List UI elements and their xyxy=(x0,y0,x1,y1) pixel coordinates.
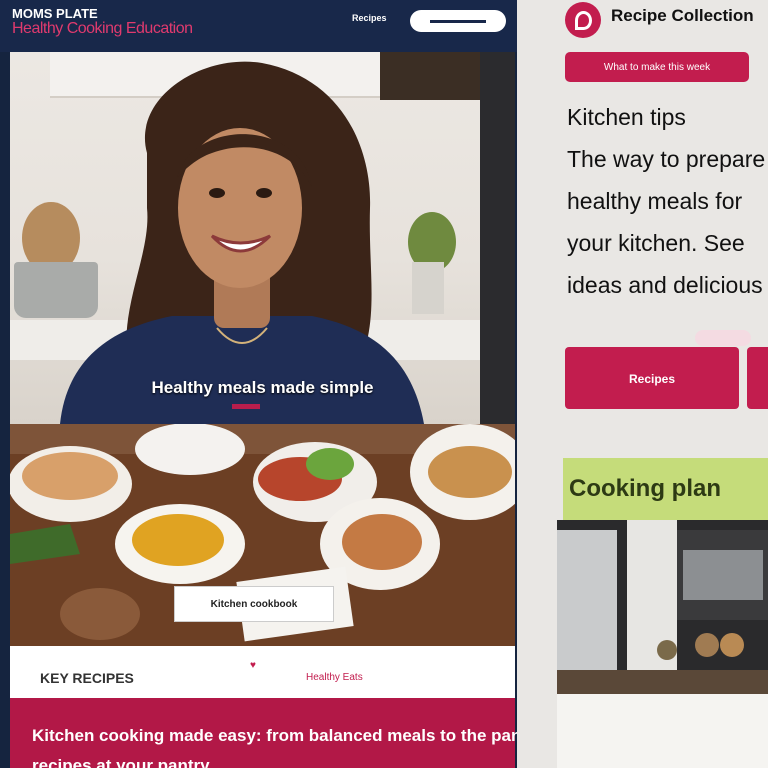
heart-icon[interactable]: ♥ xyxy=(250,660,256,671)
footer-link[interactable]: Healthy Eats xyxy=(306,672,363,683)
brand-tagline: Healthy Cooking Education xyxy=(12,20,193,37)
nav-search-button[interactable] xyxy=(410,10,506,32)
main-column: MOMS PLATE Healthy Cooking Education Rec… xyxy=(0,0,543,768)
intro-line: your kitchen. See xyxy=(567,230,745,256)
secondary-button[interactable] xyxy=(747,347,768,409)
search-bar-icon xyxy=(430,19,486,23)
food-caption-label[interactable]: Kitchen cookbook xyxy=(174,586,334,622)
footer-section-title[interactable]: KEY RECIPES xyxy=(40,670,134,686)
kitchen-appliances-illustration xyxy=(557,520,768,694)
nav-link-recipes[interactable]: Recipes xyxy=(352,13,387,23)
footer-bar: KEY RECIPES ♥ Healthy Eats xyxy=(10,646,515,698)
location-pin-icon[interactable] xyxy=(565,2,601,38)
door-frame-shape xyxy=(480,52,515,424)
promo-text-line1: Kitchen cooking made easy: from balanced… xyxy=(32,726,544,745)
promo-banner: Kitchen cooking made easy: from balanced… xyxy=(10,698,543,768)
sidebar-title: Recipe Collection xyxy=(611,6,754,25)
hero-image: Healthy meals made simple xyxy=(10,52,515,424)
bottom-card xyxy=(557,694,768,768)
sidebar-pill-label[interactable]: What to make this week xyxy=(565,52,749,82)
page: MOMS PLATE Healthy Cooking Education Rec… xyxy=(0,0,768,768)
top-navbar: MOMS PLATE Healthy Cooking Education Rec… xyxy=(0,0,517,52)
intro-line: Kitchen tips xyxy=(567,104,686,130)
smiling-woman-illustration xyxy=(60,61,424,424)
recipes-button-label: Recipes xyxy=(628,371,676,386)
kitchen-appliance-image xyxy=(557,520,768,694)
cooking-plan-heading[interactable]: Cooking plan xyxy=(563,458,768,520)
sidebar-intro-text: Kitchen tips The way to prepare healthy … xyxy=(567,96,768,306)
hero-accent-bar xyxy=(232,404,260,409)
promo-text-line2: recipes at your pantry xyxy=(32,756,210,768)
brand-logo[interactable]: MOMS PLATE xyxy=(12,7,98,20)
intro-line: healthy meals for xyxy=(567,188,743,214)
hero-caption: Healthy meals made simple xyxy=(151,378,374,397)
recipes-button[interactable]: Recipes xyxy=(565,347,739,409)
sidebar: Recipe Collection What to make this week… xyxy=(517,0,768,768)
intro-line: The way to prepare xyxy=(567,146,766,172)
intro-line: ideas and delicious xyxy=(567,272,763,298)
sticker-tag xyxy=(695,330,751,346)
